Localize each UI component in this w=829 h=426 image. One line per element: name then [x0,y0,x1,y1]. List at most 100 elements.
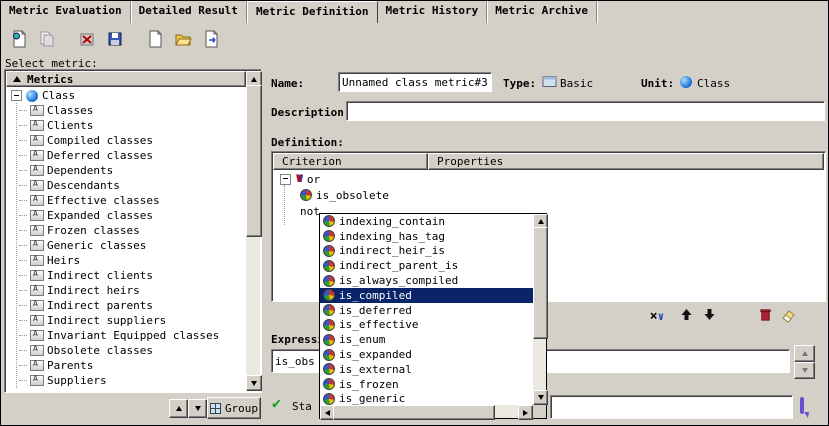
tree-connector [19,185,27,187]
scrollbar-thumb[interactable] [246,85,262,237]
tree-item[interactable]: Indirect clients [7,268,246,283]
copy-metric-button[interactable] [33,26,61,54]
scroll-down-button[interactable] [794,362,815,379]
dropdown-item-label: indirect_heir_is [339,244,445,257]
tree-item[interactable]: Parents [7,358,246,373]
dropdown-item[interactable]: is_deferred [320,303,533,318]
tree-connector [19,170,27,172]
delete-metric-button[interactable] [73,26,101,54]
tab-detailed-result[interactable]: Detailed Result [131,1,247,23]
criterion-icon [323,289,335,301]
group-toggle-button[interactable]: Group [207,397,261,419]
tree-item[interactable]: Generic classes [7,238,246,253]
tab-metric-definition[interactable]: Metric Definition [247,1,378,23]
new-file-button[interactable] [141,26,169,54]
move-metric-up-button[interactable] [169,399,188,418]
dropdown-item[interactable]: is_expanded [320,347,533,362]
new-metric-button[interactable] [5,26,33,54]
tree-vertical-scrollbar[interactable] [246,71,260,391]
delete-criterion-button[interactable] [756,307,774,325]
tree-column-header[interactable]: Metrics [6,71,246,87]
collapse-icon[interactable] [11,90,22,101]
tree-item[interactable]: Compiled classes [7,133,246,148]
move-criterion-up-button[interactable] [677,307,695,325]
description-input[interactable] [346,101,825,121]
dropdown-item[interactable]: is_effective [320,318,533,333]
toggle-and-or-button[interactable]: × ∨ [642,307,672,325]
dropdown-item-label: is_expanded [339,348,412,361]
tree-item[interactable]: Indirect heirs [7,283,246,298]
export-metric-button[interactable] [197,26,225,54]
open-folder-icon [174,30,192,51]
open-folder-button[interactable] [169,26,197,54]
dropdown-item-label: indexing_contain [339,215,445,228]
scrollbar-thumb[interactable] [533,227,548,339]
tree-item[interactable]: Descendants [7,178,246,193]
scroll-right-button[interactable] [518,405,533,420]
tab-metric-evaluation[interactable]: Metric Evaluation [1,1,131,23]
column-properties[interactable]: Properties [428,153,824,170]
tree-item[interactable]: Obsolete classes [7,343,246,358]
tree-item[interactable]: Indirect suppliers [7,313,246,328]
tree-item[interactable]: Invariant Equipped classes [7,328,246,343]
criterion-label: not [300,205,320,218]
tree-item[interactable]: Effective classes [7,193,246,208]
column-criterion[interactable]: Criterion [273,153,428,170]
tree-item[interactable]: Heirs [7,253,246,268]
tree-item-label: Deferred classes [47,149,153,162]
erase-criterion-button[interactable] [779,307,797,325]
note-input[interactable] [550,395,793,419]
dropdown-horizontal-scrollbar[interactable] [320,405,533,418]
status-ok-icon: ✔ [272,394,281,412]
tree-item-label: Frozen classes [47,224,140,237]
dropdown-item-label: indexing_has_tag [339,230,445,243]
dropdown-item[interactable]: is_enum [320,332,533,347]
tree-item[interactable]: Expanded classes [7,208,246,223]
group-button-label: Group [225,402,258,415]
dropdown-item[interactable]: is_always_compiled [320,273,533,288]
tree-item[interactable]: Dependents [7,163,246,178]
criterion-icon [300,189,312,201]
scroll-down-icon [538,395,544,400]
metric-toolbar [5,26,225,54]
collapse-icon[interactable] [280,174,291,185]
scroll-down-button[interactable] [533,390,548,405]
dropdown-vertical-scrollbar[interactable] [533,214,546,405]
criterion-row-or[interactable]: ∨ or [274,171,823,187]
tab-metric-archive[interactable]: Metric Archive [487,1,597,23]
tree-item[interactable]: Frozen classes [7,223,246,238]
scrollbar-thumb[interactable] [333,405,495,420]
tab-metric-history[interactable]: Metric History [378,1,488,23]
tree-item-label: Dependents [47,164,113,177]
move-criterion-down-button[interactable] [700,307,718,325]
move-metric-down-button[interactable] [188,399,207,418]
criterion-icon [323,215,335,227]
tree-item[interactable]: Suppliers [7,373,246,388]
scroll-down-button[interactable] [246,375,262,391]
scroll-up-button[interactable] [794,345,815,362]
dropdown-item[interactable]: is_external [320,362,533,377]
tree-item-label: Classes [47,104,93,117]
metric-icon [30,315,44,326]
dropdown-item[interactable]: indexing_has_tag [320,229,533,244]
tree-header-label: Metrics [27,73,73,86]
save-metric-icon [106,30,124,51]
tree-root-row[interactable]: Class [7,88,246,103]
tree-item-label: Clients [47,119,93,132]
criterion-row-is-obsolete[interactable]: is_obsolete [274,187,823,203]
tree-item[interactable]: Classes [7,103,246,118]
dropdown-item[interactable]: indirect_parent_is [320,258,533,273]
dropdown-item-selected[interactable]: is_compiled [320,288,533,303]
save-metric-button[interactable] [101,26,129,54]
metric-icon [30,120,44,131]
criterion-guide-line [284,185,285,225]
tree-item[interactable]: Deferred classes [7,148,246,163]
comment-icon[interactable] [800,397,804,414]
metric-name-input[interactable] [338,72,492,92]
dropdown-item[interactable]: is_frozen [320,377,533,392]
dropdown-item[interactable]: is_generic [320,392,533,405]
tree-item[interactable]: Indirect parents [7,298,246,313]
tree-item[interactable]: Clients [7,118,246,133]
dropdown-item[interactable]: indirect_heir_is [320,244,533,259]
dropdown-item[interactable]: indexing_contain [320,214,533,229]
